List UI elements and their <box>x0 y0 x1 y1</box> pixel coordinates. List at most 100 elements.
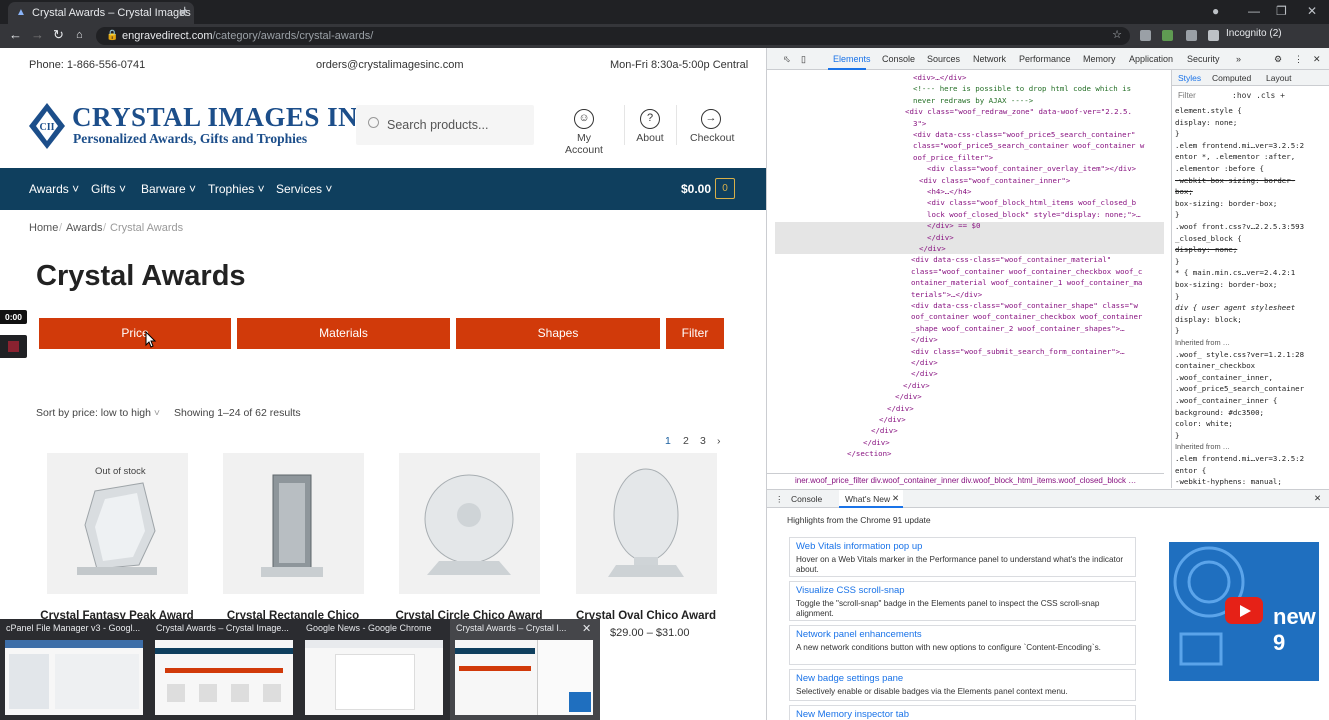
close-window-icon[interactable]: ✕ <box>1307 4 1317 18</box>
style-rule-line[interactable]: element.style { <box>1175 106 1242 115</box>
close-devtools-icon[interactable]: ✕ <box>1313 54 1321 65</box>
settings-gear-icon[interactable]: ⚙ <box>1274 54 1282 65</box>
dom-line[interactable]: </div> <box>911 357 938 368</box>
dom-line[interactable]: </div> <box>911 368 938 379</box>
drawer-menu-icon[interactable]: ⋮ <box>775 494 784 505</box>
tab-application[interactable]: Application <box>1129 54 1173 64</box>
style-rule-line[interactable]: display: none; <box>1175 118 1237 127</box>
style-rule-line[interactable]: } <box>1175 292 1179 301</box>
tab-console[interactable]: Console <box>882 54 915 64</box>
style-rule-line[interactable]: Inherited from … <box>1175 338 1230 347</box>
next-page-icon[interactable]: › <box>717 435 721 447</box>
dom-line[interactable]: terials">…</div> <box>911 289 982 300</box>
extension-icon[interactable] <box>1162 30 1173 41</box>
nav-item-services[interactable]: Services ˅ <box>276 182 332 196</box>
whats-new-item-title[interactable]: Network panel enhancements <box>796 629 922 640</box>
cart-total[interactable]: $0.00 <box>681 182 711 196</box>
nav-item-barware[interactable]: Barware ˅ <box>141 182 196 196</box>
whats-new-item-title[interactable]: Web Vitals information pop up <box>796 541 922 552</box>
dom-line[interactable]: </div> == $0 <box>927 220 980 231</box>
style-rule-line[interactable]: entor { <box>1175 466 1206 475</box>
device-toolbar-icon[interactable]: ▯ <box>801 54 806 65</box>
style-rule-line[interactable]: .woof_ style.css?ver=1.2.1:28 <box>1175 350 1304 359</box>
style-rule-line[interactable]: entor *, .elementor :after, <box>1175 152 1295 161</box>
whats-new-item[interactable]: New Memory inspector tab <box>789 705 1136 720</box>
dom-line[interactable]: _shape woof_container_2 woof_container_s… <box>911 323 1125 334</box>
dom-line[interactable]: class="woof_price5_search_container woof… <box>913 140 1144 151</box>
reload-icon[interactable]: ↻ <box>53 28 64 42</box>
whats-new-item[interactable]: Web Vitals information pop up Hover on a… <box>789 537 1136 577</box>
materials-filter-button[interactable]: Materials <box>237 318 450 349</box>
dom-line[interactable]: <!--- here is possible to drop html code… <box>913 83 1131 94</box>
dom-line[interactable]: <h4>…</h4> <box>927 186 972 197</box>
account-icon[interactable]: ☺ <box>574 109 594 129</box>
incognito-profile[interactable]: Incognito (2) <box>1226 28 1282 39</box>
dom-line[interactable]: </div> <box>927 232 954 243</box>
style-rule-line[interactable]: box; <box>1175 187 1193 196</box>
dom-line[interactable]: </div> <box>895 391 922 402</box>
breadcrumb-home[interactable]: Home <box>29 222 58 234</box>
about-link[interactable]: About <box>632 132 668 144</box>
price-filter-button[interactable]: Price <box>39 318 231 349</box>
search-input[interactable]: Search products... <box>356 105 534 145</box>
dom-line[interactable]: <div class="woof_redraw_zone" data-woof-… <box>905 106 1132 117</box>
product-image[interactable] <box>576 453 717 594</box>
styles-pane[interactable]: Styles Computed Layout Filter :hov .cls … <box>1171 70 1329 488</box>
whats-new-item-title[interactable]: New Memory inspector tab <box>796 709 909 720</box>
style-rule-line[interactable]: } <box>1175 210 1179 219</box>
dom-line[interactable]: <div class="woof_block_html_items woof_c… <box>927 197 1136 208</box>
tab-elements[interactable]: Elements <box>833 54 871 64</box>
dom-line[interactable]: </section> <box>847 448 892 459</box>
dom-line[interactable]: class="woof_container woof_container_che… <box>911 266 1142 277</box>
style-rule-line[interactable]: .woof front.css?v…2.2.5.3:593 <box>1175 222 1304 231</box>
dom-breadcrumb[interactable]: iner.woof_price_filter div.woof_containe… <box>767 473 1164 488</box>
style-rule-line[interactable]: .elem frontend.mi…ver=3.2.5:2 <box>1175 454 1304 463</box>
drawer-tab-console[interactable]: Console <box>791 494 822 504</box>
dom-line[interactable]: oof_container woof_container_checkbox wo… <box>911 311 1142 322</box>
checkout-link[interactable]: Checkout <box>690 132 734 144</box>
whats-new-item[interactable]: New badge settings pane Selectively enab… <box>789 669 1136 701</box>
style-rule-line[interactable]: .elem frontend.mi…ver=3.2.5:2 <box>1175 141 1304 150</box>
whats-new-item[interactable]: Network panel enhancements A new network… <box>789 625 1136 665</box>
dom-line[interactable]: </div> <box>919 243 946 254</box>
about-icon[interactable]: ? <box>640 109 660 129</box>
logo-diamond-icon[interactable]: CII <box>29 103 65 149</box>
style-rule-line[interactable]: .elementor :before { <box>1175 164 1264 173</box>
more-tabs-icon[interactable]: » <box>1236 54 1241 64</box>
styles-filter-input[interactable]: Filter <box>1178 91 1196 100</box>
window-thumbnail[interactable]: cPanel File Manager v3 - Googl... <box>0 619 150 720</box>
whats-new-item-title[interactable]: New badge settings pane <box>796 673 903 684</box>
nav-item-trophies[interactable]: Trophies ˅ <box>208 182 265 196</box>
tab-computed[interactable]: Computed <box>1212 73 1251 83</box>
style-rule-line[interactable]: } <box>1175 431 1179 440</box>
home-icon[interactable]: ⌂ <box>76 28 83 42</box>
tab-styles[interactable]: Styles <box>1178 73 1201 83</box>
drawer-tab-whats-new[interactable]: What's New <box>845 494 890 504</box>
tab-network[interactable]: Network <box>973 54 1006 64</box>
style-rule-line[interactable]: .woof_container_inner { <box>1175 396 1277 405</box>
style-rule-line[interactable]: display: none; <box>1175 245 1237 254</box>
style-rule-line[interactable]: container_checkbox <box>1175 361 1255 370</box>
dom-line[interactable]: <div class="woof_submit_search_form_cont… <box>911 346 1125 357</box>
filter-submit-button[interactable]: Filter <box>666 318 724 349</box>
style-rule-line[interactable]: color: white; <box>1175 419 1233 428</box>
dom-line[interactable]: 3"> <box>913 118 926 129</box>
logo-title[interactable]: CRYSTAL IMAGES INC. <box>72 102 385 133</box>
extension-icon[interactable] <box>1140 30 1151 41</box>
style-rule-line[interactable]: _closed_block { <box>1175 234 1242 243</box>
kebab-menu-icon[interactable]: ⋮ <box>1294 54 1303 65</box>
dom-line[interactable]: <div data-css-class="woof_container_mate… <box>911 254 1111 265</box>
page-link-2[interactable]: 2 <box>683 435 689 447</box>
restore-icon[interactable]: ❐ <box>1276 4 1287 18</box>
cart-count-badge[interactable]: 0 <box>715 178 735 199</box>
tab-memory[interactable]: Memory <box>1083 54 1116 64</box>
minimize-icon[interactable]: — <box>1248 4 1260 18</box>
style-rule-line[interactable]: box-sizing: border-box; <box>1175 280 1277 289</box>
new-tab-button[interactable]: + <box>180 3 189 21</box>
forward-icon[interactable]: → <box>31 28 44 42</box>
dom-tree[interactable]: <div>…</div> <!--- here is possible to dr… <box>767 70 1164 488</box>
tab-search-icon[interactable]: ● <box>1212 4 1219 18</box>
dom-line[interactable]: never redraws by AJAX ----> <box>913 95 1033 106</box>
dom-line[interactable]: <div>…</div> <box>913 72 966 83</box>
page-link-3[interactable]: 3 <box>700 435 706 447</box>
